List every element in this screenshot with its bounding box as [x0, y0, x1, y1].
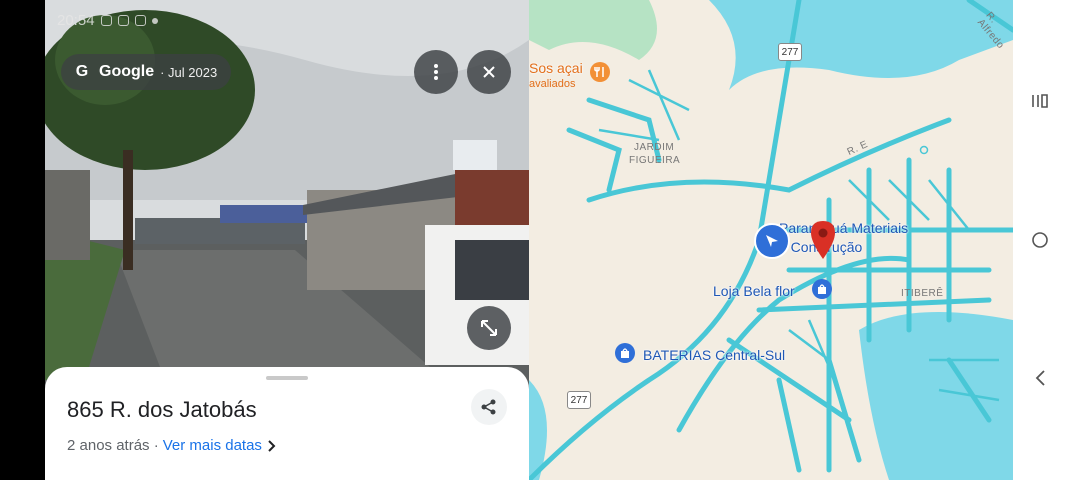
- poi-baterias[interactable]: BATERIAS Central-Sul: [643, 347, 785, 363]
- status-icon-1: [100, 15, 112, 26]
- fullscreen-button[interactable]: [467, 306, 511, 350]
- area-label-figueira: FIGUEIRA: [629, 155, 681, 166]
- google-brand: Google: [99, 63, 155, 80]
- fork-knife-icon: [594, 67, 604, 77]
- more-options-button[interactable]: [414, 50, 458, 94]
- address-title: 865 R. dos Jatobás: [67, 397, 257, 422]
- poi-acai-sub: avaliados: [529, 78, 576, 90]
- poi-materiais-line1[interactable]: Paranaguá Materiais: [779, 220, 908, 236]
- imagery-date-chip[interactable]: G Google · Jul 2023: [61, 54, 232, 90]
- status-time: 20:54: [57, 12, 95, 29]
- status-icon-3: [134, 15, 146, 26]
- left-black-bar: [0, 0, 45, 480]
- more-dates-link[interactable]: Ver mais datas: [163, 437, 262, 454]
- back-chevron-icon: [1035, 370, 1045, 386]
- home-circle-icon: [1032, 232, 1048, 248]
- bag-icon-2: [621, 348, 629, 358]
- location-pin-icon[interactable]: [809, 220, 837, 260]
- status-bar: 20:54: [57, 12, 158, 29]
- imagery-age-row: 2 anos atrás · Ver mais datas: [67, 437, 276, 454]
- system-nav-bar: [1013, 0, 1066, 480]
- map-panel[interactable]: Sos açai avaliados 277 277 JARDIM FIGUEI…: [529, 0, 1013, 480]
- imagery-age: 2 anos atrás ·: [67, 437, 159, 454]
- poi-loja[interactable]: Loja Bela flor: [713, 283, 795, 299]
- area-label-itibere: ITIBERÊ: [901, 288, 944, 299]
- share-icon: [481, 399, 496, 415]
- share-button[interactable]: [471, 389, 507, 425]
- status-icon-2: [117, 15, 129, 26]
- drag-handle[interactable]: [266, 376, 308, 380]
- recents-icon: [1032, 94, 1048, 108]
- shop-pin-icon[interactable]: [812, 279, 832, 299]
- expand-icon: [481, 320, 497, 336]
- poi-acai[interactable]: Sos açai: [529, 60, 583, 76]
- recents-button[interactable]: [1029, 90, 1051, 112]
- home-button[interactable]: [1029, 229, 1051, 251]
- route-shield-bottom: 277: [567, 391, 591, 409]
- navigation-arrow-icon: [766, 235, 778, 247]
- close-button[interactable]: [467, 50, 511, 94]
- shop-pin-baterias-icon[interactable]: [615, 343, 635, 363]
- area-label-jardim: JARDIM: [634, 142, 675, 153]
- route-shield-top: 277: [778, 43, 802, 61]
- map-dot-icon: [919, 145, 929, 155]
- status-dot-icon: [151, 17, 158, 24]
- imagery-date: · Jul 2023: [160, 64, 218, 80]
- place-sheet[interactable]: 865 R. dos Jatobás 2 anos atrás · Ver ma…: [45, 367, 529, 480]
- food-pin-icon[interactable]: [590, 62, 610, 82]
- back-button[interactable]: [1029, 367, 1051, 389]
- close-icon: [483, 66, 495, 78]
- more-vert-icon: [434, 64, 438, 80]
- chevron-right-icon: [268, 439, 276, 452]
- current-location-marker[interactable]: [754, 223, 790, 259]
- google-g-icon: G: [75, 63, 89, 80]
- bag-icon: [818, 284, 826, 294]
